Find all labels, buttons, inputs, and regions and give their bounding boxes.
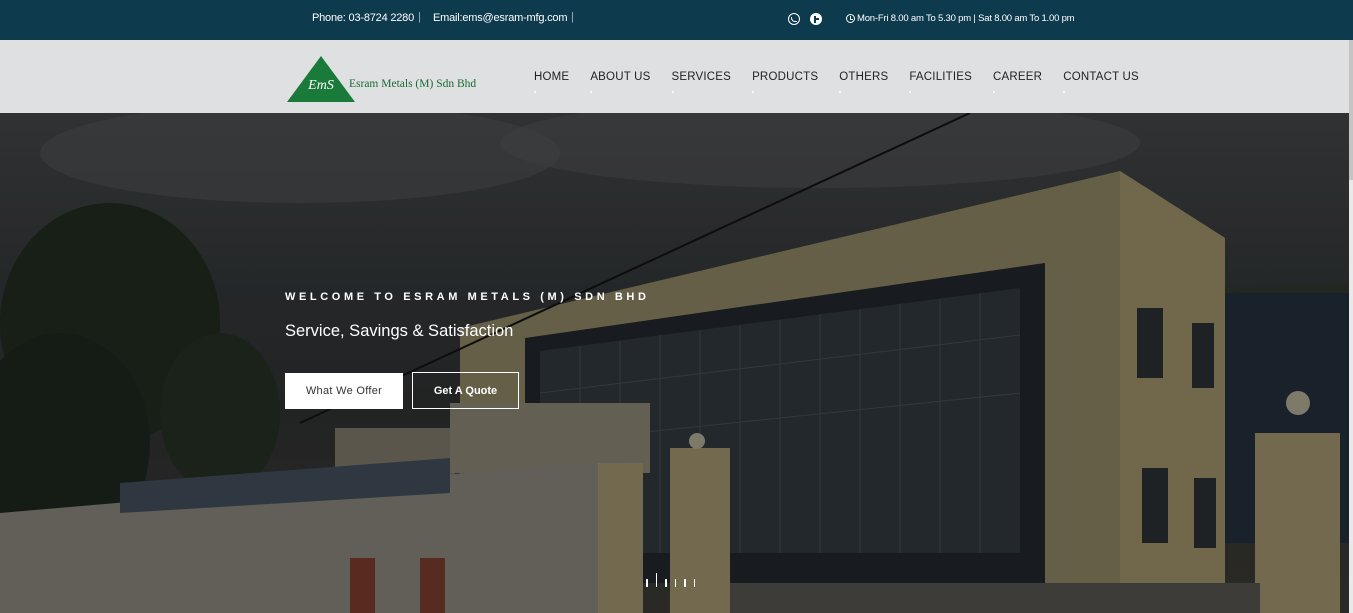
hero-slider: WELCOME TO ESRAM METALS (M) SDN BHD Serv… [0,113,1353,613]
get-a-quote-button[interactable]: Get A Quote [412,372,519,409]
nav-item-career[interactable]: CAREER [993,71,1042,93]
hero-headline: Service, Savings & Satisfaction [285,322,514,340]
slide-indicator[interactable] [646,579,648,587]
phone-number[interactable]: Phone: 03-8724 2280 [312,12,414,24]
nav-item-about-us[interactable]: ABOUT US [590,71,650,93]
slide-indicator[interactable] [693,579,695,587]
site-header: EmS Esram Metals (M) Sdn Bhd HOME ABOUT … [0,40,1353,113]
clock-icon [846,14,855,23]
hero-eyebrow: WELCOME TO ESRAM METALS (M) SDN BHD [285,291,650,303]
business-hours: Mon-Fri 8.00 am To 5.30 pm | Sat 8.00 am… [857,13,1075,24]
nav-item-services[interactable]: SERVICES [671,71,732,93]
nav-item-others[interactable]: OTHERS [839,71,888,93]
nav-item-contact-us[interactable]: CONTACT US [1063,71,1139,93]
nav-item-facilities[interactable]: FACILITIES [909,71,972,93]
hero-overlay [0,113,1353,613]
facebook-icon[interactable] [810,13,822,25]
page-scrollbar[interactable] [1349,40,1353,613]
whatsapp-icon[interactable] [788,13,800,25]
site-logo[interactable]: EmS Esram Metals (M) Sdn Bhd [286,55,496,105]
slide-indicators [646,573,703,587]
nav-item-products[interactable]: PRODUCTS [752,71,818,93]
separator: | [571,11,574,23]
email-link[interactable]: Email:ems@esram-mfg.com [433,12,568,24]
what-we-offer-button[interactable]: What We Offer [285,373,403,409]
brand-name: Esram Metals (M) Sdn Bhd [349,78,477,90]
logo-monogram: EmS [307,78,334,93]
slide-indicator[interactable] [684,579,686,587]
scrollbar-thumb[interactable] [1349,40,1353,180]
nav-item-home[interactable]: HOME [534,71,569,93]
slide-indicator[interactable] [665,579,667,587]
slide-indicator-active[interactable] [655,573,657,587]
logo-triangle-icon: EmS [287,56,355,102]
main-nav: HOME ABOUT US SERVICES PRODUCTS OTHERS F… [534,71,1160,93]
top-bar: Phone: 03-8724 2280 | Email:ems@esram-mf… [0,0,1353,40]
separator: | [418,11,421,23]
slide-indicator[interactable] [674,579,676,587]
